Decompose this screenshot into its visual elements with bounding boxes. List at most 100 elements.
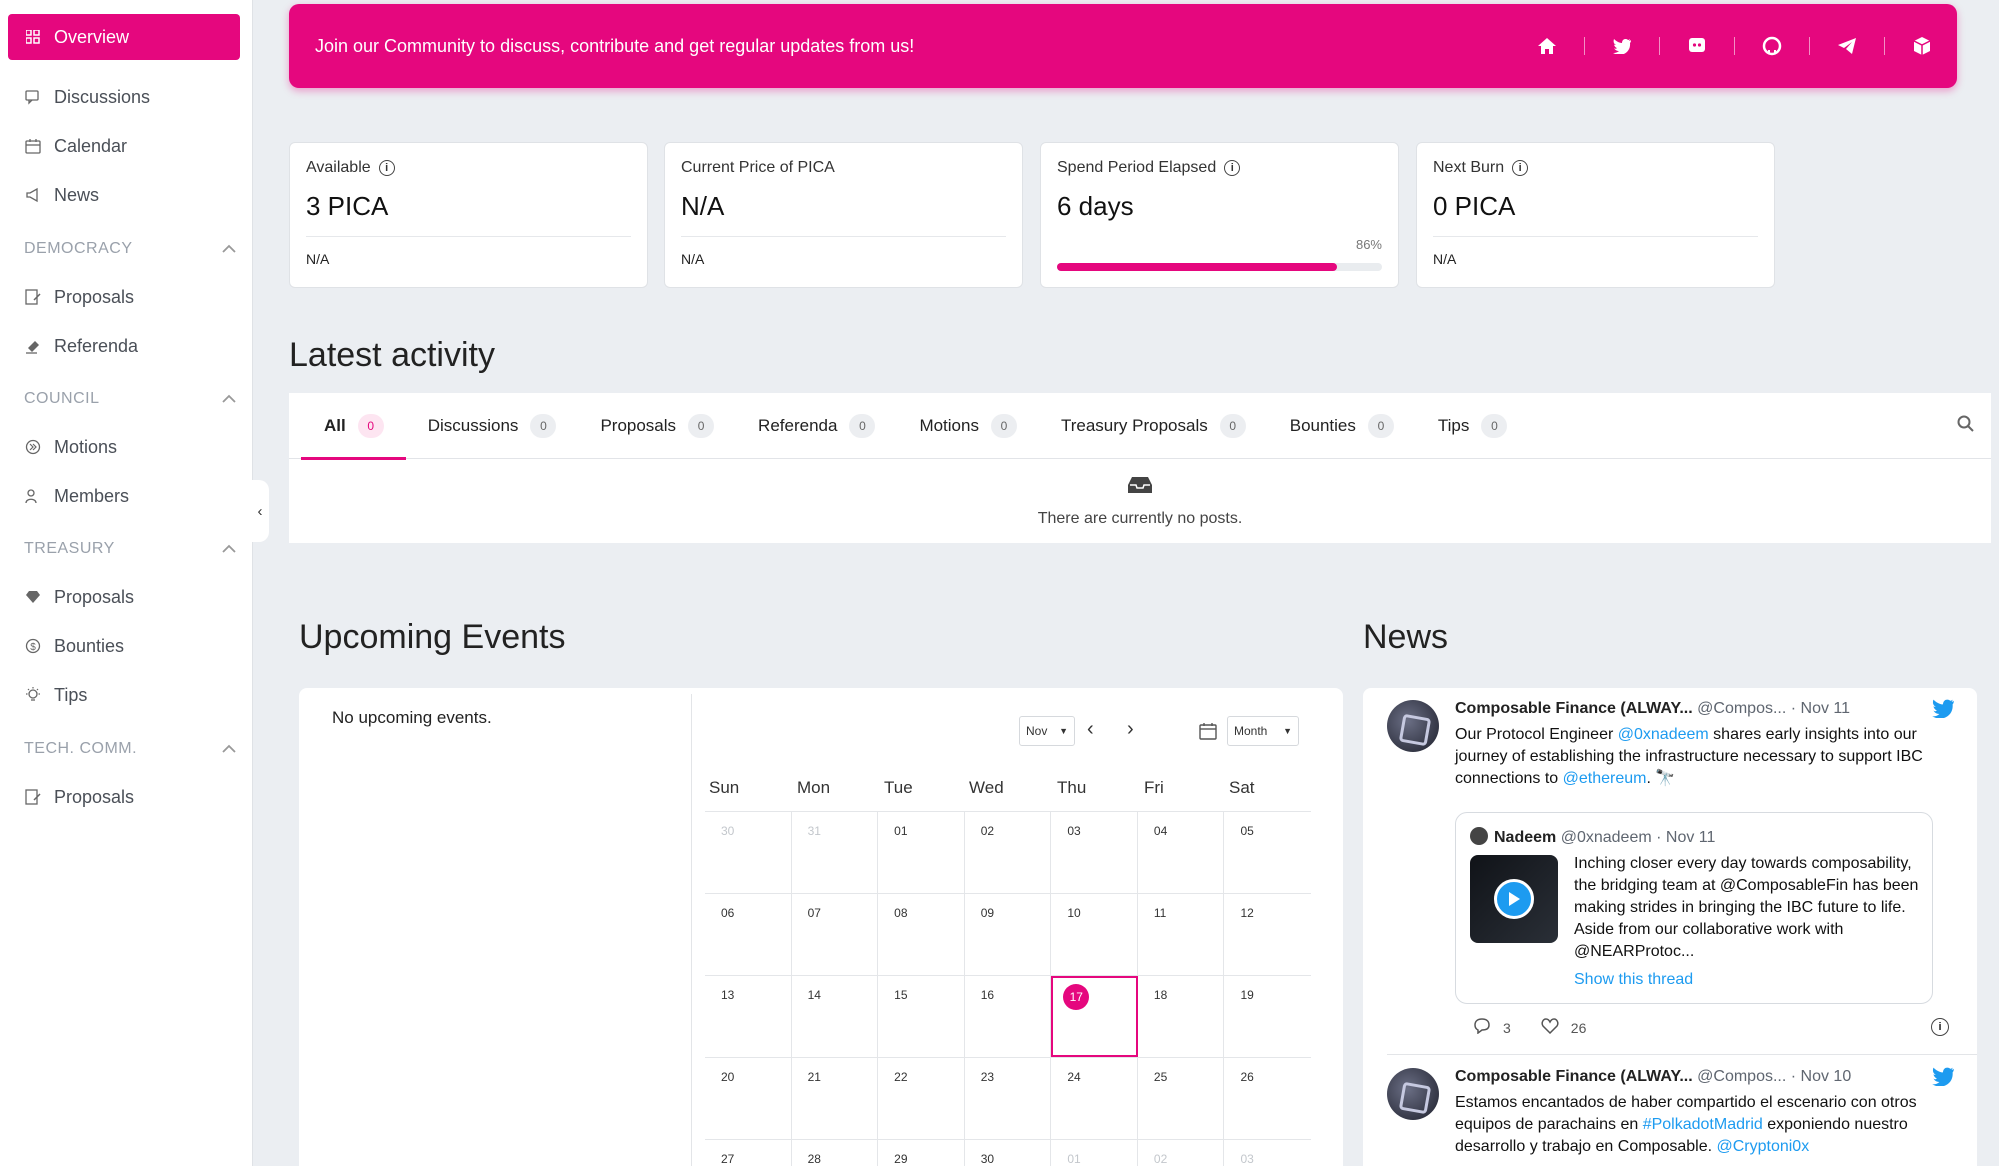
tweet-text: Estamos encantados de haber compartido e… xyxy=(1455,1094,1917,1155)
twitter-bird-icon[interactable] xyxy=(1931,1066,1955,1091)
mention-link[interactable]: @Cryptoni0x xyxy=(1716,1138,1809,1155)
heart-icon[interactable] xyxy=(1541,1018,1559,1037)
calendar-day-cell[interactable]: 23 xyxy=(965,1058,1052,1139)
tab-discussions[interactable]: Discussions 0 xyxy=(406,393,579,459)
calendar-week-row: 27 28 29 30 01 02 03 xyxy=(705,1139,1311,1166)
sidebar-collapse-button[interactable]: ‹ xyxy=(251,480,269,542)
community-banner: Join our Community to discuss, contribut… xyxy=(289,4,1957,88)
calendar-day-cell[interactable]: 22 xyxy=(878,1058,965,1139)
video-thumbnail[interactable] xyxy=(1470,855,1558,943)
calendar-day-cell[interactable]: 05 xyxy=(1224,812,1311,893)
calendar-day-cell[interactable]: 12 xyxy=(1224,894,1311,975)
calendar-day-cell[interactable]: 25 xyxy=(1138,1058,1225,1139)
avatar xyxy=(1387,1068,1439,1120)
calendar-day-cell[interactable]: 02 xyxy=(965,812,1052,893)
calendar-day-cell[interactable]: 17 xyxy=(1051,976,1138,1057)
hashtag-link[interactable]: #PolkadotMadrid xyxy=(1643,1116,1763,1133)
day-number: 08 xyxy=(894,906,908,920)
stat-value: 0 PICA xyxy=(1433,191,1516,221)
calendar-day-cell[interactable]: 28 xyxy=(792,1140,879,1166)
sidebar-item-news[interactable]: News xyxy=(24,180,99,210)
calendar-day-cell[interactable]: 29 xyxy=(878,1140,965,1166)
tab-bounties[interactable]: Bounties 0 xyxy=(1268,393,1416,459)
sidebar-item-members[interactable]: Members xyxy=(24,481,129,511)
calendar-day-cell[interactable]: 19 xyxy=(1224,976,1311,1057)
tab-all[interactable]: All 0 xyxy=(289,393,406,460)
calendar-day-cell[interactable]: 20 xyxy=(705,1058,792,1139)
calendar-day-cell[interactable]: 27 xyxy=(705,1140,792,1166)
home-icon[interactable] xyxy=(1536,35,1558,57)
info-icon[interactable]: i xyxy=(1512,160,1529,176)
sidebar-item-calendar[interactable]: Calendar xyxy=(24,131,127,161)
calendar-day-cell[interactable]: 21 xyxy=(792,1058,879,1139)
prev-month-button[interactable]: ‹ xyxy=(1087,718,1094,741)
tab-motions[interactable]: Motions 0 xyxy=(897,393,1039,459)
calendar-day-cell[interactable]: 10 xyxy=(1051,894,1138,975)
calendar-day-cell[interactable]: 30 xyxy=(705,812,792,893)
calendar-day-cell[interactable]: 08 xyxy=(878,894,965,975)
sidebar-item-referenda[interactable]: Referenda xyxy=(24,331,138,361)
sidebar-item-discussions[interactable]: Discussions xyxy=(24,82,150,112)
twitter-bird-icon[interactable] xyxy=(1931,698,1955,723)
calendar-day-cell[interactable]: 16 xyxy=(965,976,1052,1057)
calendar-day-cell[interactable]: 30 xyxy=(965,1140,1052,1166)
day-number: 30 xyxy=(980,1152,995,1166)
view-select[interactable]: Month ▼ xyxy=(1227,716,1299,746)
calendar-day-cell[interactable]: 01 xyxy=(1051,1140,1138,1166)
calendar-week-row: 20 21 22 23 24 25 26 xyxy=(705,1057,1311,1139)
quoted-tweet[interactable]: Nadeem @0xnadeem · Nov 11 Inching closer… xyxy=(1455,812,1933,1004)
sidebar-item-treasury-proposals[interactable]: Proposals xyxy=(24,582,134,612)
info-icon[interactable]: i xyxy=(378,160,395,176)
sidebar-item-overview[interactable]: Overview xyxy=(8,14,240,60)
tab-tips[interactable]: Tips 0 xyxy=(1416,393,1530,459)
tab-treasury-proposals[interactable]: Treasury Proposals 0 xyxy=(1039,393,1268,459)
calendar-day-cell[interactable]: 04 xyxy=(1138,812,1225,893)
calendar-day-cell[interactable]: 01 xyxy=(878,812,965,893)
calendar-day-cell[interactable]: 24 xyxy=(1051,1058,1138,1139)
info-icon[interactable]: i xyxy=(1931,1018,1949,1036)
day-number: 26 xyxy=(1240,1070,1254,1084)
section-treasury[interactable]: TREASURY xyxy=(24,540,236,558)
calendar-day-cell[interactable]: 03 xyxy=(1051,812,1138,893)
telegram-icon[interactable] xyxy=(1836,35,1858,57)
sidebar-item-bounties[interactable]: $ Bounties xyxy=(24,631,124,661)
calendar-day-cell[interactable]: 07 xyxy=(792,894,879,975)
sidebar-item-democracy-proposals[interactable]: Proposals xyxy=(24,282,134,312)
calendar-day-cell[interactable]: 18 xyxy=(1138,976,1225,1057)
day-number: 09 xyxy=(980,906,995,920)
search-icon[interactable] xyxy=(1957,415,1975,438)
tab-referenda[interactable]: Referenda 0 xyxy=(736,393,897,459)
reply-icon[interactable] xyxy=(1473,1018,1491,1037)
info-icon[interactable]: i xyxy=(1224,160,1241,176)
calendar-day-cell[interactable]: 11 xyxy=(1138,894,1225,975)
calendar-day-cell[interactable]: 26 xyxy=(1224,1058,1311,1139)
show-thread-link[interactable]: Show this thread xyxy=(1574,971,1693,989)
dollar-icon: $ xyxy=(24,637,42,655)
calendar-day-cell[interactable]: 03 xyxy=(1224,1140,1311,1166)
tab-proposals[interactable]: Proposals 0 xyxy=(578,393,736,459)
month-select[interactable]: Nov ▼ xyxy=(1019,716,1075,746)
calendar-day-cell[interactable]: 31 xyxy=(792,812,879,893)
mention-link[interactable]: @0xnadeem xyxy=(1618,726,1709,743)
calendar-day-cell[interactable]: 13 xyxy=(705,976,792,1057)
calendar-day-cell[interactable]: 15 xyxy=(878,976,965,1057)
sidebar-item-motions[interactable]: Motions xyxy=(24,432,117,462)
sidebar-item-tips[interactable]: Tips xyxy=(24,680,87,710)
calendar-day-cell[interactable]: 02 xyxy=(1138,1140,1225,1166)
github-icon[interactable] xyxy=(1761,35,1783,57)
discord-icon[interactable] xyxy=(1686,35,1708,57)
calendar-day-cell[interactable]: 06 xyxy=(705,894,792,975)
next-month-button[interactable]: › xyxy=(1127,718,1134,741)
calendar-day-cell[interactable]: 14 xyxy=(792,976,879,1057)
grid-icon xyxy=(26,30,40,44)
like-count: 26 xyxy=(1570,1019,1587,1036)
section-democracy[interactable]: DEMOCRACY xyxy=(24,240,236,258)
section-tech-comm[interactable]: TECH. COMM. xyxy=(24,740,236,758)
calendar-day-cell[interactable]: 09 xyxy=(965,894,1052,975)
cube-icon[interactable] xyxy=(1911,35,1933,57)
twitter-icon[interactable] xyxy=(1611,35,1633,57)
mention-link[interactable]: @ethereum xyxy=(1563,770,1647,787)
section-council[interactable]: COUNCIL xyxy=(24,390,236,408)
calendar-icon[interactable] xyxy=(1199,722,1217,745)
sidebar-item-techcomm-proposals[interactable]: Proposals xyxy=(24,782,134,812)
